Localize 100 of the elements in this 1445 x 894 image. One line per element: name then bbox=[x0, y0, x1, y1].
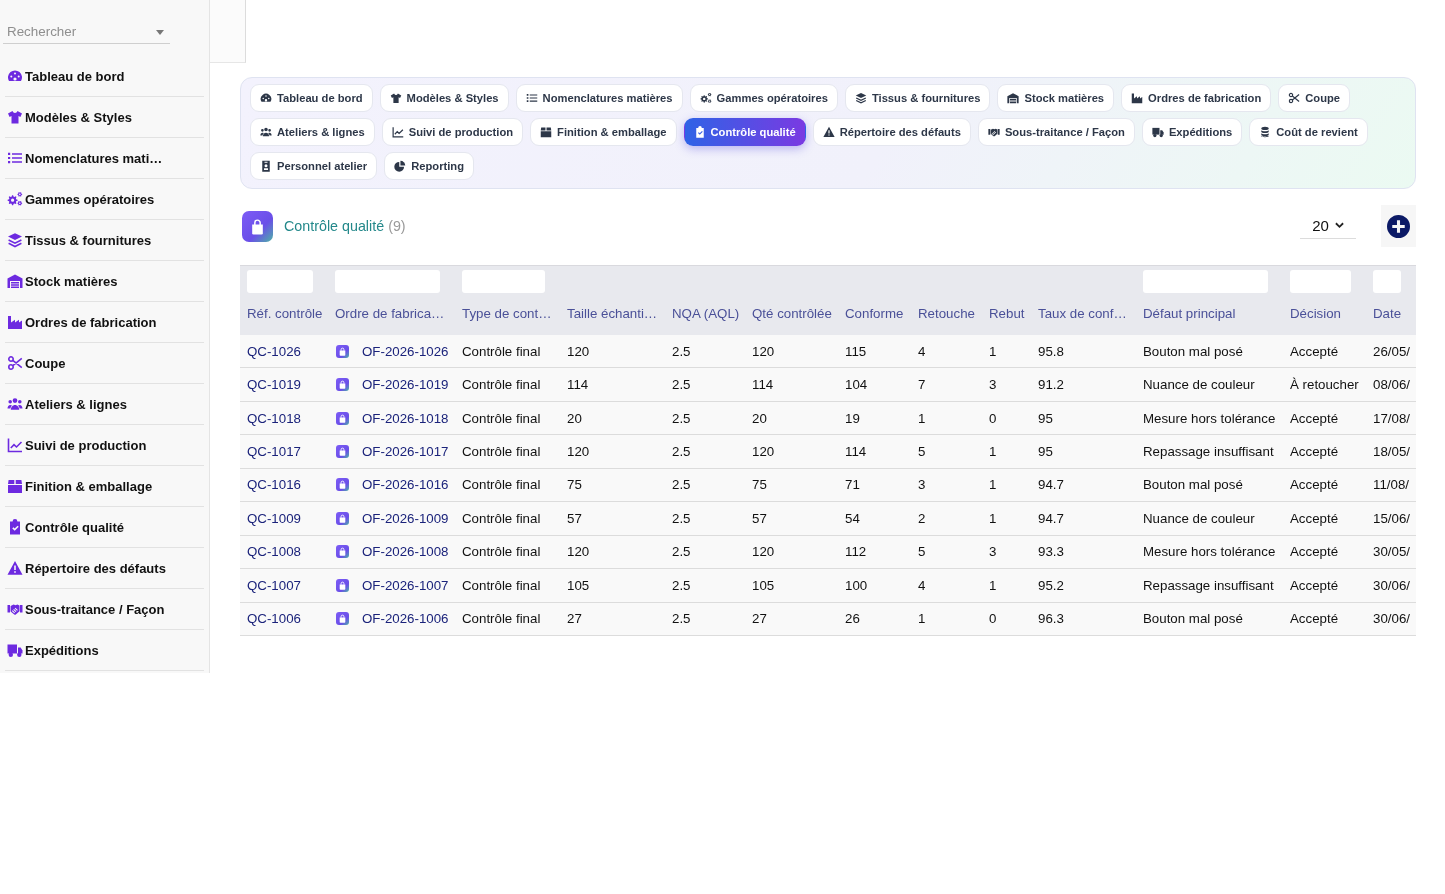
order-link[interactable]: OF-2026-1008 bbox=[362, 544, 449, 560]
module-tab[interactable]: Tableau de bord bbox=[250, 84, 373, 112]
table-cell-text: 27 bbox=[751, 611, 768, 627]
reference-link[interactable]: QC-1026 bbox=[247, 343, 301, 359]
sidebar-item[interactable]: Contrôle qualité bbox=[5, 507, 204, 548]
table-cell-text: 94.7 bbox=[1037, 477, 1065, 493]
table-cell-text: 30/06/ bbox=[1372, 611, 1411, 627]
module-tab[interactable]: Ateliers & lignes bbox=[250, 118, 375, 146]
sidebar-item[interactable]: Répertoire des défauts bbox=[5, 548, 204, 589]
column-header[interactable]: Décision bbox=[1290, 293, 1341, 335]
column-header[interactable]: Conforme bbox=[845, 293, 904, 335]
table-cell-text: 2.5 bbox=[671, 477, 692, 493]
table-cell-text: 5 bbox=[917, 444, 927, 460]
order-link[interactable]: OF-2026-1006 bbox=[362, 611, 449, 627]
sidebar-item[interactable]: Finition & emballage bbox=[5, 466, 204, 507]
column-header[interactable]: Réf. contrôle bbox=[247, 293, 323, 335]
order-link[interactable]: OF-2026-1009 bbox=[362, 510, 449, 526]
sidebar-item[interactable]: Ordres de fabrication bbox=[5, 302, 204, 343]
users-icon bbox=[260, 126, 272, 138]
table-cell-text: 95 bbox=[1037, 410, 1054, 426]
sidebar-item[interactable]: Sous-traitance / Façon bbox=[5, 589, 204, 630]
shopping-bag-icon bbox=[336, 511, 349, 525]
add-button[interactable] bbox=[1381, 205, 1416, 247]
warehouse-icon bbox=[7, 273, 23, 289]
table-cell-text: 11/08/ bbox=[1372, 477, 1410, 493]
sidebar-item[interactable]: Tableau de bord bbox=[5, 56, 204, 97]
sidebar-item[interactable]: Suivi de production bbox=[5, 425, 204, 466]
reference-link[interactable]: QC-1006 bbox=[247, 611, 301, 627]
scissors-icon bbox=[7, 355, 23, 371]
layers-icon bbox=[7, 232, 23, 248]
page-size-select[interactable]: 20 bbox=[1300, 213, 1356, 239]
column-header[interactable]: NQA (AQL) bbox=[672, 293, 740, 335]
table-cell-text: Accepté bbox=[1289, 510, 1340, 526]
table-cell-text: 1 bbox=[988, 343, 998, 359]
sidebar-item[interactable]: Modèles & Styles bbox=[5, 97, 204, 138]
table-cell-text: 4 bbox=[917, 577, 927, 593]
table-cell-text: 7 bbox=[917, 377, 927, 393]
module-tab[interactable]: Suivi de production bbox=[381, 118, 524, 146]
sidebar-item[interactable]: Stock matières bbox=[5, 261, 204, 302]
table-cell-text: Mesure hors tolérance bbox=[1142, 544, 1277, 560]
column-header[interactable]: Qté contrôlée bbox=[752, 293, 832, 335]
sidebar-item[interactable]: Expéditions bbox=[5, 630, 204, 671]
module-tab[interactable]: Nomenclatures matières bbox=[515, 84, 683, 112]
table-cell-text: 0 bbox=[988, 410, 998, 426]
module-tab[interactable]: Coût de revient bbox=[1249, 118, 1368, 146]
gears-icon bbox=[7, 191, 23, 207]
table-cell-text: 2.5 bbox=[671, 343, 692, 359]
module-tab[interactable]: Personnel atelier bbox=[250, 152, 378, 180]
order-link[interactable]: OF-2026-1016 bbox=[362, 477, 449, 493]
column-header[interactable]: Taille échanti… bbox=[567, 293, 658, 335]
module-tab[interactable]: Gammes opératoires bbox=[689, 84, 838, 112]
reference-link[interactable]: QC-1016 bbox=[247, 477, 301, 493]
module-tab[interactable]: Modèles & Styles bbox=[379, 84, 509, 112]
order-link[interactable]: OF-2026-1026 bbox=[362, 343, 449, 359]
search-field[interactable]: Rechercher bbox=[3, 20, 170, 44]
column-header[interactable]: Rebut bbox=[989, 293, 1025, 335]
order-link[interactable]: OF-2026-1017 bbox=[362, 444, 449, 460]
column-header[interactable]: Taux de conf… bbox=[1038, 293, 1127, 335]
reference-link[interactable]: QC-1017 bbox=[247, 444, 301, 460]
reference-link[interactable]: QC-1007 bbox=[247, 577, 301, 593]
column-header[interactable]: Retouche bbox=[918, 293, 975, 335]
module-tab[interactable]: Contrôle qualité bbox=[683, 118, 806, 146]
order-link[interactable]: OF-2026-1019 bbox=[362, 377, 449, 393]
module-tab[interactable]: Coupe bbox=[1278, 84, 1351, 112]
shopping-bag-icon bbox=[336, 445, 349, 459]
sidebar-item[interactable]: Gammes opératoires bbox=[5, 179, 204, 220]
order-link[interactable]: OF-2026-1018 bbox=[362, 410, 449, 426]
shopping-bag-icon bbox=[336, 612, 349, 626]
table-cell-text: 120 bbox=[566, 444, 591, 460]
column-header[interactable]: Date bbox=[1373, 293, 1402, 335]
table-cell-text: 17/08/ bbox=[1372, 410, 1411, 426]
module-tab[interactable]: Stock matières bbox=[997, 84, 1115, 112]
module-tab[interactable]: Tissus & fournitures bbox=[844, 84, 991, 112]
module-tab[interactable]: Sous-traitance / Façon bbox=[977, 118, 1135, 146]
sidebar-item[interactable]: Coupe bbox=[5, 343, 204, 384]
shopping-bag-icon bbox=[336, 578, 349, 592]
reference-link[interactable]: QC-1009 bbox=[247, 510, 301, 526]
reference-link[interactable]: QC-1018 bbox=[247, 410, 301, 426]
sidebar-item[interactable]: Nomenclatures mati… bbox=[5, 138, 204, 179]
order-link[interactable]: OF-2026-1007 bbox=[362, 577, 449, 593]
layers-icon bbox=[854, 92, 867, 104]
table-cell-text: 100 bbox=[844, 577, 869, 593]
column-header[interactable]: Défaut principal bbox=[1143, 293, 1236, 335]
module-tab[interactable]: Ordres de fabrication bbox=[1121, 84, 1272, 112]
module-tab[interactable]: Reporting bbox=[384, 152, 474, 180]
sidebar-item[interactable]: Tissus & fournitures bbox=[5, 220, 204, 261]
sidebar-item[interactable]: Ateliers & lignes bbox=[5, 384, 204, 425]
module-tab[interactable]: Expéditions bbox=[1141, 118, 1243, 146]
module-tab[interactable]: Répertoire des défauts bbox=[812, 118, 971, 146]
reference-link[interactable]: QC-1019 bbox=[247, 377, 301, 393]
table-cell-text: 15/06/ bbox=[1372, 510, 1411, 526]
column-header[interactable]: Ordre de fabrica… bbox=[335, 293, 445, 335]
table-cell-text: Accepté bbox=[1289, 611, 1340, 627]
reference-link[interactable]: QC-1008 bbox=[247, 544, 301, 560]
table-cell-text: 4 bbox=[917, 343, 927, 359]
table-cell-text: 1 bbox=[917, 410, 927, 426]
module-tab[interactable]: Finition & emballage bbox=[530, 118, 677, 146]
line-chart-icon bbox=[391, 126, 404, 138]
column-header[interactable]: Type de cont… bbox=[462, 293, 552, 335]
table-cell-text: 19 bbox=[844, 410, 861, 426]
